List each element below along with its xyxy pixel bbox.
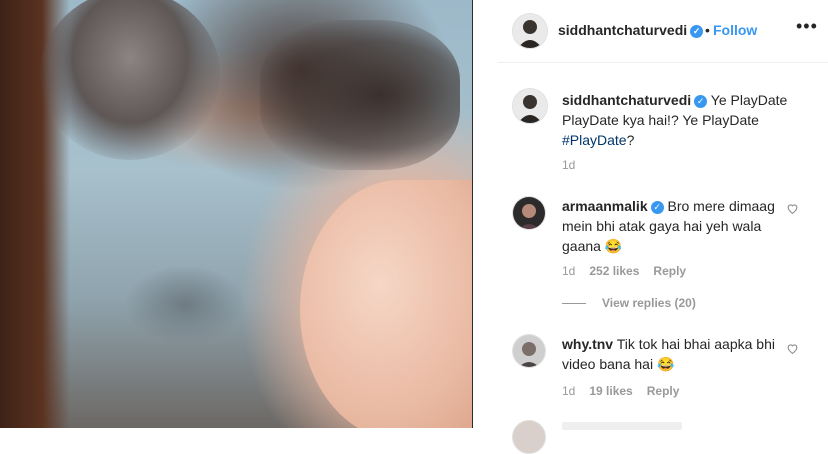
caption-text: siddhantchaturvedi ✓ Ye PlayDate PlayDate… xyxy=(562,90,822,150)
reply-button[interactable]: Reply xyxy=(653,264,686,278)
photo-panel-border xyxy=(472,0,499,428)
heart-icon[interactable] xyxy=(786,342,800,356)
follow-button[interactable]: Follow xyxy=(713,22,757,38)
comment-text: why.tnv Tik tok hai bhai aapka bhi video… xyxy=(562,334,787,374)
replies-line xyxy=(562,303,586,305)
photo-face-region xyxy=(260,20,460,170)
more-options-icon[interactable]: ••• xyxy=(796,16,818,37)
comment-text: armaanmalik ✓ Bro mere dimaag mein bhi at… xyxy=(562,196,787,256)
heart-icon[interactable] xyxy=(786,202,800,216)
comment-timestamp[interactable]: 1d xyxy=(562,264,575,278)
verified-badge-icon: ✓ xyxy=(694,94,708,108)
comment-likes[interactable]: 19 likes xyxy=(589,384,632,398)
author-username[interactable]: siddhantchaturvedi ✓ xyxy=(558,22,704,38)
reply-button[interactable]: Reply xyxy=(647,384,680,398)
post-side-panel: siddhantchaturvedi ✓ • Follow ••• siddhan… xyxy=(498,0,828,454)
photo-shoulder-region xyxy=(300,180,472,428)
caption-body-end: ? xyxy=(626,132,635,148)
caption-author-username[interactable]: siddhantchaturvedi xyxy=(562,92,691,108)
hashtag-link[interactable]: #PlayDate xyxy=(562,132,627,148)
view-replies-label[interactable]: View replies (20) xyxy=(602,296,696,310)
view-replies-button[interactable]: View replies (20) xyxy=(562,296,696,310)
post-header: siddhantchaturvedi ✓ • Follow ••• xyxy=(498,0,828,63)
comment-likes[interactable]: 252 likes xyxy=(589,264,639,278)
verified-badge-icon: ✓ xyxy=(650,200,664,214)
photo-hair-region xyxy=(40,0,220,160)
next-commenter-avatar[interactable] xyxy=(512,420,546,454)
commenter-avatar[interactable] xyxy=(512,334,546,368)
separator-dot: • xyxy=(705,22,710,38)
next-comment-cutoff xyxy=(562,422,682,430)
comment-meta: 1d 252 likes Reply xyxy=(562,264,700,278)
commenter-avatar[interactable] xyxy=(512,196,546,230)
verified-badge-icon: ✓ xyxy=(690,24,704,38)
instagram-post-view: siddhantchaturvedi ✓ • Follow ••• siddhan… xyxy=(0,0,828,454)
author-username-text[interactable]: siddhantchaturvedi xyxy=(558,22,687,38)
commenter-username[interactable]: why.tnv xyxy=(562,336,613,352)
post-photo[interactable] xyxy=(0,0,472,428)
comment-meta: 1d 19 likes Reply xyxy=(562,384,693,398)
author-avatar[interactable] xyxy=(512,13,548,49)
commenter-username[interactable]: armaanmalik xyxy=(562,198,648,214)
caption-author-avatar[interactable] xyxy=(512,88,548,124)
comment-timestamp[interactable]: 1d xyxy=(562,384,575,398)
caption-timestamp[interactable]: 1d xyxy=(562,158,575,172)
